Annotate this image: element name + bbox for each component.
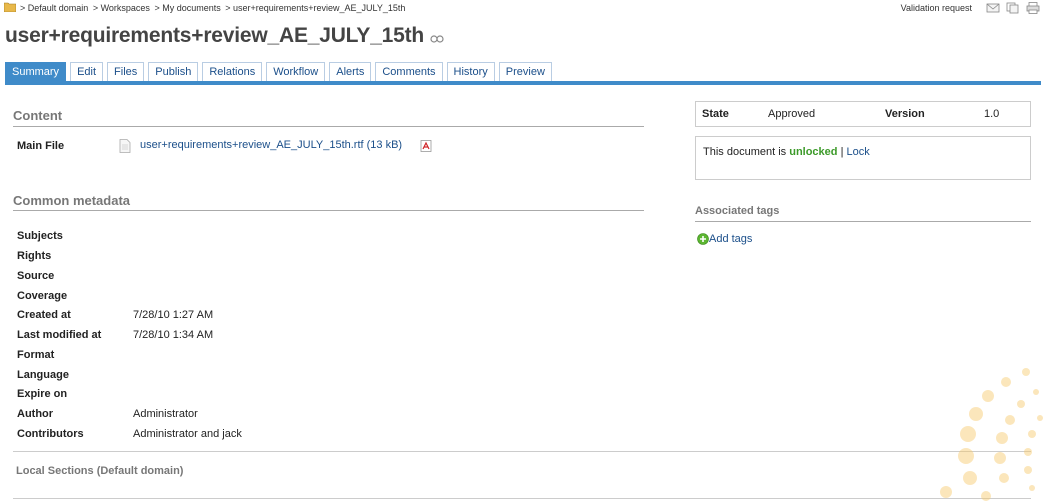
validation-request-link[interactable]: Validation request bbox=[901, 3, 972, 13]
document-icon bbox=[119, 139, 131, 153]
meta-label-source: Source bbox=[17, 270, 55, 282]
add-tags-label: Add tags bbox=[709, 233, 753, 245]
breadcrumb-item[interactable]: > My documents bbox=[154, 3, 220, 13]
mail-icon[interactable] bbox=[986, 2, 1000, 14]
tab-history[interactable]: History bbox=[446, 62, 495, 81]
meta-label-coverage: Coverage bbox=[17, 290, 68, 302]
top-actions: Validation request bbox=[901, 0, 1040, 16]
tab-comments[interactable]: Comments bbox=[375, 62, 443, 81]
meta-label-expire: Expire on bbox=[17, 388, 68, 400]
meta-label-language: Language bbox=[17, 369, 69, 381]
title-row: user+requirements+review_AE_JULY_15th bbox=[5, 24, 444, 48]
lock-panel: This document is unlocked | Lock bbox=[695, 136, 1031, 180]
folder-icon bbox=[4, 2, 16, 12]
tab-bar: Summary Edit Files Publish Relations Wor… bbox=[5, 62, 552, 81]
content-heading: Content bbox=[13, 108, 63, 123]
meta-value-contributors: Administrator and jack bbox=[133, 428, 242, 440]
meta-label-modified: Last modified at bbox=[17, 329, 102, 341]
meta-label-format: Format bbox=[17, 349, 55, 361]
meta-label-author: Author bbox=[17, 408, 54, 420]
state-value: Approved bbox=[768, 108, 816, 120]
tab-summary[interactable]: Summary bbox=[5, 62, 67, 81]
meta-label-rights: Rights bbox=[17, 250, 52, 262]
breadcrumb-item[interactable]: > Workspaces bbox=[93, 3, 150, 13]
tab-underline bbox=[5, 81, 1041, 85]
meta-label-created: Created at bbox=[17, 309, 71, 321]
permalink-icon[interactable] bbox=[430, 35, 444, 43]
lock-link[interactable]: Lock bbox=[847, 146, 870, 158]
lock-separator: | bbox=[840, 146, 844, 158]
print-icon[interactable] bbox=[1026, 2, 1040, 14]
decorative-pattern bbox=[940, 368, 1043, 501]
meta-label-contributors: Contributors bbox=[17, 428, 84, 440]
lock-status-prefix: This document is bbox=[703, 146, 787, 158]
meta-value-created: 7/28/10 1:27 AM bbox=[133, 309, 214, 321]
version-value: 1.0 bbox=[984, 108, 1000, 120]
version-label: Version bbox=[885, 108, 925, 120]
content-divider bbox=[13, 126, 644, 127]
breadcrumb-item[interactable]: > user+requirements+review_AE_JULY_15th bbox=[225, 3, 405, 13]
meta-value-modified: 7/28/10 1:34 AM bbox=[133, 329, 214, 341]
breadcrumb-item[interactable]: > Default domain bbox=[20, 3, 88, 13]
state-label: State bbox=[702, 108, 729, 120]
tags-heading: Associated tags bbox=[695, 205, 780, 217]
top-bar: > Default domain > Workspaces > My docum… bbox=[0, 0, 1046, 16]
tab-files[interactable]: Files bbox=[107, 62, 145, 81]
tab-publish[interactable]: Publish bbox=[148, 62, 199, 81]
tab-workflow[interactable]: Workflow bbox=[266, 62, 326, 81]
tab-alerts[interactable]: Alerts bbox=[329, 62, 372, 81]
main-file-link[interactable]: user+requirements+review_AE_JULY_15th.rt… bbox=[140, 139, 402, 151]
tab-relations[interactable]: Relations bbox=[202, 62, 263, 81]
tab-edit[interactable]: Edit bbox=[70, 62, 104, 81]
add-tags-button[interactable]: Add tags bbox=[697, 233, 752, 245]
page-title: user+requirements+review_AE_JULY_15th bbox=[5, 24, 425, 47]
metadata-divider bbox=[13, 210, 644, 211]
metadata-heading: Common metadata bbox=[13, 193, 131, 208]
lock-status-value: unlocked bbox=[789, 146, 838, 158]
meta-label-subjects: Subjects bbox=[17, 230, 63, 242]
meta-value-author: Administrator bbox=[133, 408, 198, 420]
local-sections-heading: Local Sections (Default domain) bbox=[16, 465, 184, 477]
main-file-label: Main File bbox=[17, 140, 65, 152]
add-icon bbox=[697, 233, 709, 245]
tags-divider bbox=[695, 221, 1031, 222]
state-panel: State Approved Version 1.0 bbox=[695, 101, 1031, 127]
tab-preview[interactable]: Preview bbox=[498, 62, 552, 81]
copy-icon[interactable] bbox=[1006, 2, 1020, 14]
breadcrumb: > Default domain > Workspaces > My docum… bbox=[20, 3, 407, 13]
pdf-icon[interactable] bbox=[420, 140, 432, 152]
